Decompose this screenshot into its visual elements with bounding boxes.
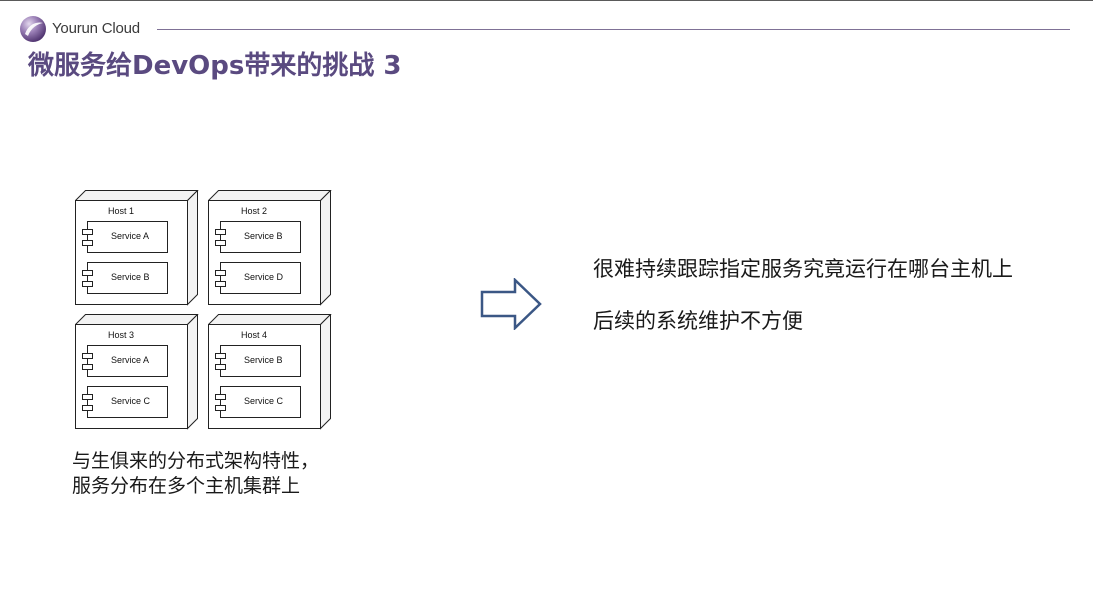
host-node: Host 3 Service A Service C xyxy=(75,314,199,430)
brand-name: Yourun Cloud xyxy=(52,20,140,37)
component-icon xyxy=(215,270,226,276)
component-icon xyxy=(82,281,93,287)
service-label: Service C xyxy=(244,396,284,406)
host-node: Host 2 Service B Service D xyxy=(208,190,332,306)
service-component: Service B xyxy=(82,262,168,294)
caption-line: 与生俱来的分布式架构特性， xyxy=(72,451,320,472)
component-icon xyxy=(215,240,226,246)
component-icon xyxy=(215,364,226,370)
host-node: Host 4 Service B Service C xyxy=(208,314,332,430)
service-label: Service A xyxy=(111,355,150,365)
host-label: Host 1 xyxy=(108,206,135,216)
component-icon xyxy=(82,353,93,359)
component-icon xyxy=(82,364,93,370)
service-component: Service A xyxy=(82,345,168,377)
component-icon xyxy=(215,353,226,359)
component-icon xyxy=(215,281,226,287)
diagram-caption: 与生俱来的分布式架构特性， 服务分布在多个主机集群上 xyxy=(72,449,319,499)
component-icon xyxy=(215,229,226,235)
service-component: Service B xyxy=(215,345,301,377)
component-icon xyxy=(82,394,93,400)
component-icon xyxy=(82,240,93,246)
service-component: Service A xyxy=(82,221,168,253)
component-icon xyxy=(82,270,93,276)
yourun-cloud-logo-icon xyxy=(20,16,46,42)
host-node: Host 1 Service A Service B xyxy=(75,190,199,306)
service-component: Service B xyxy=(215,221,301,253)
service-label: Service B xyxy=(244,231,283,241)
component-icon xyxy=(82,229,93,235)
service-label: Service A xyxy=(111,231,150,241)
caption-line: 服务分布在多个主机集群上 xyxy=(72,476,301,497)
host-label: Host 2 xyxy=(241,206,268,216)
right-arrow-icon xyxy=(480,278,542,330)
service-label: Service B xyxy=(244,355,283,365)
component-icon xyxy=(215,394,226,400)
component-icon xyxy=(82,405,93,411)
host-label: Host 4 xyxy=(241,330,268,340)
slide-top-border xyxy=(0,0,1093,1)
service-label: Service B xyxy=(111,272,150,282)
slide-title: 微服务给DevOps带来的挑战 3 xyxy=(28,51,402,81)
service-component: Service D xyxy=(215,262,301,294)
service-label: Service C xyxy=(111,396,151,406)
service-label: Service D xyxy=(244,272,284,282)
challenge-point: 后续的系统维护不方便 xyxy=(593,310,803,333)
service-component: Service C xyxy=(215,386,301,418)
host-label: Host 3 xyxy=(108,330,135,340)
challenge-point: 很难持续跟踪指定服务究竟运行在哪台主机上 xyxy=(593,258,1013,281)
service-component: Service C xyxy=(82,386,168,418)
component-icon xyxy=(215,405,226,411)
header-rule xyxy=(157,29,1070,30)
